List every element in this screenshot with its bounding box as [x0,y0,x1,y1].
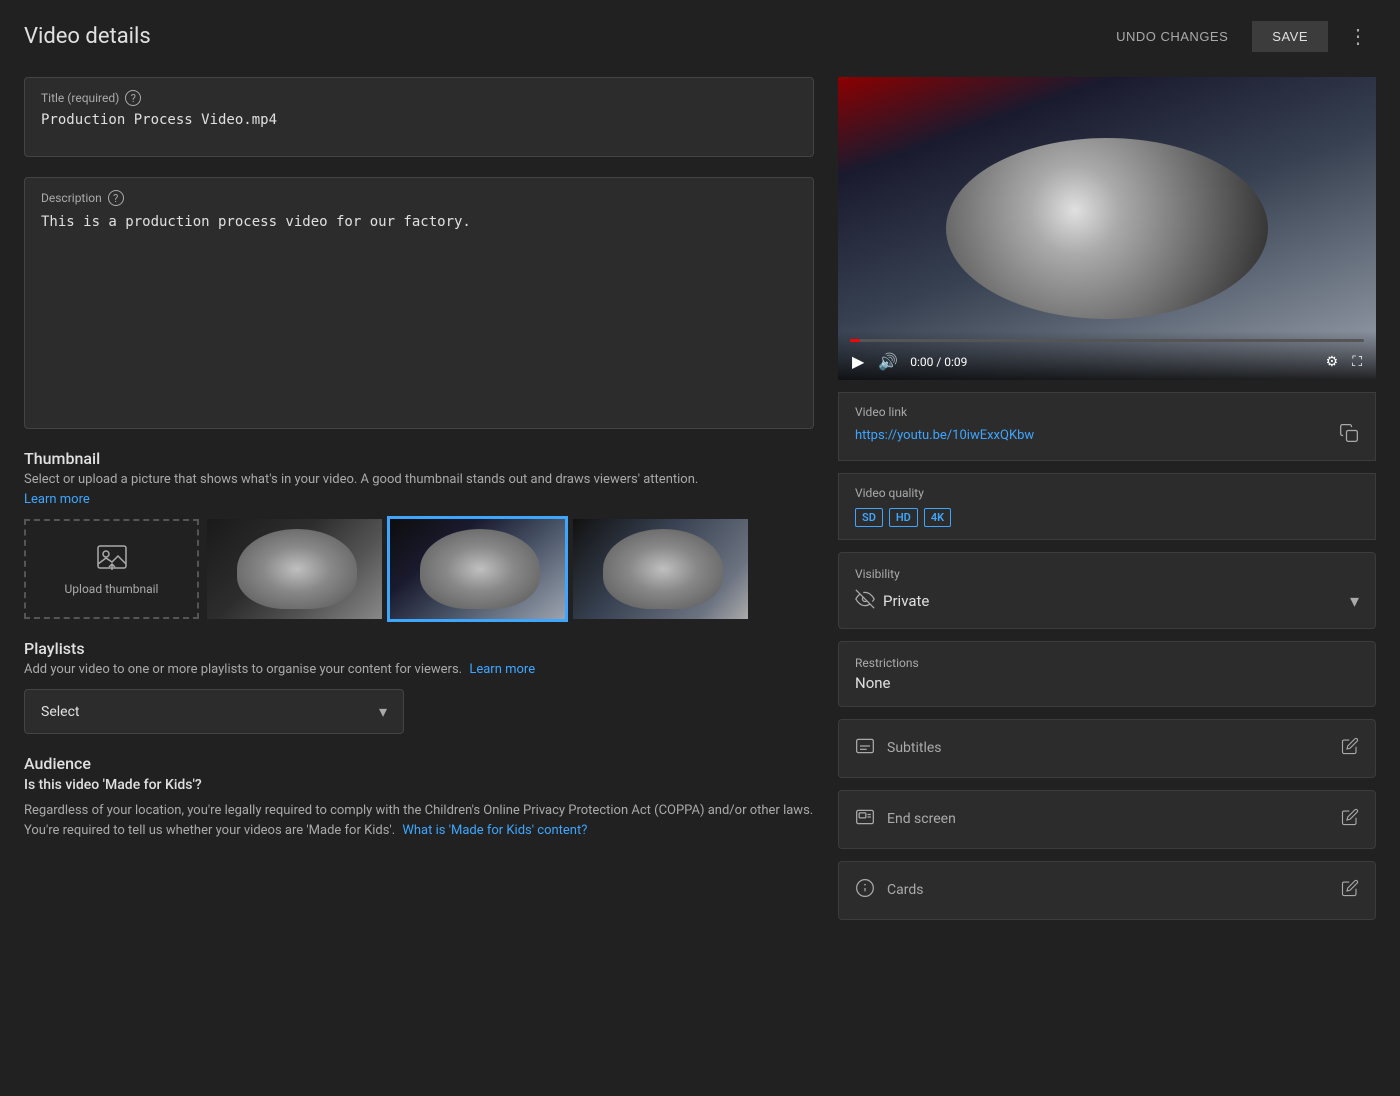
thumbnail-image-2 [390,519,565,619]
restrictions-value: None [855,674,1359,692]
visibility-value-text: Private [883,592,929,610]
thumbnail-learn-more[interactable]: Learn more [24,492,90,507]
description-help-icon[interactable]: ? [108,190,124,206]
thumbnail-option-1[interactable] [207,519,382,619]
end-screen-icon [855,807,875,832]
chevron-down-icon: ▾ [379,702,387,721]
playlists-learn-more[interactable]: Learn more [469,662,535,677]
title-help-icon[interactable]: ? [125,90,141,106]
thumbnail-section: Thumbnail Select or upload a picture tha… [24,449,814,619]
visibility-card[interactable]: Visibility Private ▾ [838,552,1376,629]
right-panel: ▶ 🔊 0:00 / 0:09 ⚙ ⛶ Video link https://y… [838,77,1376,920]
quality-badge-4k[interactable]: 4K [924,508,951,527]
end-screen-card[interactable]: End screen [838,790,1376,849]
title-field-container: Title (required) ? Production Process Vi… [24,77,814,157]
audience-question: Is this video 'Made for Kids'? [24,777,814,793]
subtitles-edit-icon[interactable] [1341,737,1359,760]
thumbnail-image-1 [207,519,382,619]
undo-changes-button[interactable]: UNDO CHANGES [1104,21,1240,52]
video-link-url[interactable]: https://youtu.be/10iwExxQKbw [855,428,1034,443]
playlists-desc: Add your video to one or more playlists … [24,662,814,677]
volume-button[interactable]: 🔊 [876,350,900,374]
copy-link-button[interactable] [1339,423,1359,448]
audience-desc: Regardless of your location, you're lega… [24,801,814,840]
visibility-dropdown-arrow: ▾ [1350,591,1359,612]
thumbnail-image-3 [573,519,748,619]
thumbnail-title: Thumbnail [24,449,814,468]
end-screen-edit-icon[interactable] [1341,808,1359,831]
header-actions: UNDO CHANGES SAVE ⋮ [1104,20,1376,53]
description-input[interactable]: This is a production process video for o… [41,212,797,412]
video-link-row: https://youtu.be/10iwExxQKbw [855,423,1359,448]
restrictions-card[interactable]: Restrictions None [838,641,1376,707]
progress-filled [850,339,860,342]
subtitles-left: Subtitles [855,736,942,761]
playlists-select[interactable]: Select ▾ [24,689,404,734]
description-field-container: Description ? This is a production proce… [24,177,814,429]
settings-button[interactable]: ⚙ [1324,351,1341,372]
progress-bar[interactable] [850,339,1364,342]
copy-icon [1339,423,1359,443]
thumbnail-option-3[interactable] [573,519,748,619]
cards-icon [855,878,875,903]
end-screen-label: End screen [887,811,956,827]
video-controls: ▶ 🔊 0:00 / 0:09 ⚙ ⛶ [838,331,1376,380]
thumbnail-desc: Select or upload a picture that shows wh… [24,472,814,487]
title-input[interactable]: Production Process Video.mp4 [41,112,797,140]
audience-title: Audience [24,754,814,773]
header: Video details UNDO CHANGES SAVE ⋮ [24,20,1376,53]
restrictions-label: Restrictions [855,656,1359,670]
video-link-section: Video link https://youtu.be/10iwExxQKbw [838,392,1376,461]
upload-thumbnail-button[interactable]: Upload thumbnail [24,519,199,619]
video-quality-label: Video quality [855,486,1359,500]
fullscreen-button[interactable]: ⛶ [1350,351,1364,372]
eye-slash-icon [855,589,875,614]
cards-edit-icon[interactable] [1341,879,1359,902]
page-title: Video details [24,24,151,49]
cards-label: Cards [887,882,923,898]
page-container: Video details UNDO CHANGES SAVE ⋮ Title … [0,0,1400,940]
playlists-section: Playlists Add your video to one or more … [24,639,814,734]
controls-row: ▶ 🔊 0:00 / 0:09 ⚙ ⛶ [850,350,1364,374]
upload-thumbnail-label: Upload thumbnail [65,582,159,596]
title-label: Title (required) ? [41,90,797,106]
video-preview: ▶ 🔊 0:00 / 0:09 ⚙ ⛶ [838,77,1376,380]
coppa-link[interactable]: What is 'Made for Kids' content? [402,823,587,838]
visibility-value-row: Private ▾ [855,589,1359,614]
quality-badge-sd[interactable]: SD [855,508,883,527]
thumbnail-row: Upload thumbnail [24,519,814,619]
quality-badges: SD HD 4K [855,508,1359,527]
thumbnail-option-2[interactable] [390,519,565,619]
visibility-label: Visibility [855,567,1359,581]
video-quality-section: Video quality SD HD 4K [838,473,1376,540]
subtitles-card[interactable]: Subtitles [838,719,1376,778]
visibility-value: Private [855,589,929,614]
playlists-select-value: Select [41,704,79,720]
time-display: 0:00 / 0:09 [910,355,1313,369]
video-link-label: Video link [855,405,1359,419]
play-button[interactable]: ▶ [850,350,866,374]
save-button[interactable]: SAVE [1252,21,1328,52]
cards-left: Cards [855,878,923,903]
main-layout: Title (required) ? Production Process Vi… [24,77,1376,920]
left-panel: Title (required) ? Production Process Vi… [24,77,814,920]
more-options-button[interactable]: ⋮ [1340,20,1376,53]
subtitles-icon [855,736,875,761]
playlists-title: Playlists [24,639,814,658]
subtitles-label: Subtitles [887,740,942,756]
description-label: Description ? [41,190,797,206]
upload-icon [96,542,128,574]
end-screen-left: End screen [855,807,956,832]
cards-card[interactable]: Cards [838,861,1376,920]
quality-badge-hd[interactable]: HD [889,508,918,527]
audience-section: Audience Is this video 'Made for Kids'? … [24,754,814,840]
